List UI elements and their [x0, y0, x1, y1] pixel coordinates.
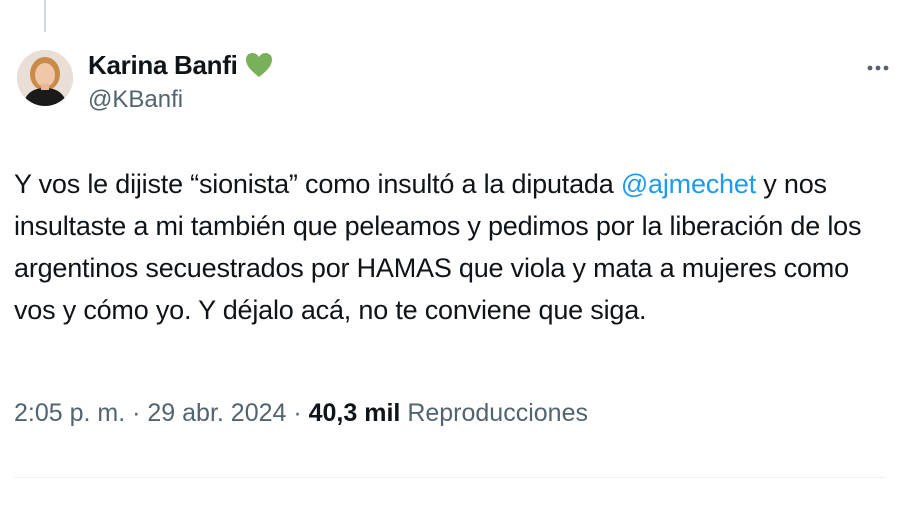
- tweet: Karina Banfi @KBanfi Y vos le dijiste “s…: [0, 0, 900, 505]
- mention-link[interactable]: @ajmechet: [621, 169, 756, 199]
- avatar-image: [17, 50, 73, 106]
- meta-separator: ·: [125, 399, 148, 427]
- name-row: Karina Banfi: [88, 50, 274, 80]
- more-options-button[interactable]: [864, 58, 892, 78]
- views-label[interactable]: Reproducciones: [407, 399, 588, 427]
- tweet-time[interactable]: 2:05 p. m.: [14, 399, 125, 427]
- author-block: Karina Banfi @KBanfi: [88, 50, 274, 114]
- avatar[interactable]: [17, 50, 73, 106]
- user-handle[interactable]: @KBanfi: [88, 86, 274, 114]
- display-name[interactable]: Karina Banfi: [88, 50, 238, 81]
- tweet-date[interactable]: 29 abr. 2024: [147, 399, 286, 427]
- tweet-text-part: Y vos le dijiste “sionista” como insultó…: [14, 169, 621, 199]
- green-heart-icon: [244, 51, 274, 79]
- more-icon: [867, 65, 889, 71]
- thread-line: [44, 0, 46, 32]
- views-count[interactable]: 40,3 mil: [309, 399, 401, 427]
- tweet-meta: 2:05 p. m. · 29 abr. 2024 · 40,3 mil Rep…: [14, 399, 588, 428]
- tweet-text: Y vos le dijiste “sionista” como insultó…: [14, 163, 884, 331]
- divider: [14, 477, 886, 478]
- meta-separator: ·: [286, 399, 309, 427]
